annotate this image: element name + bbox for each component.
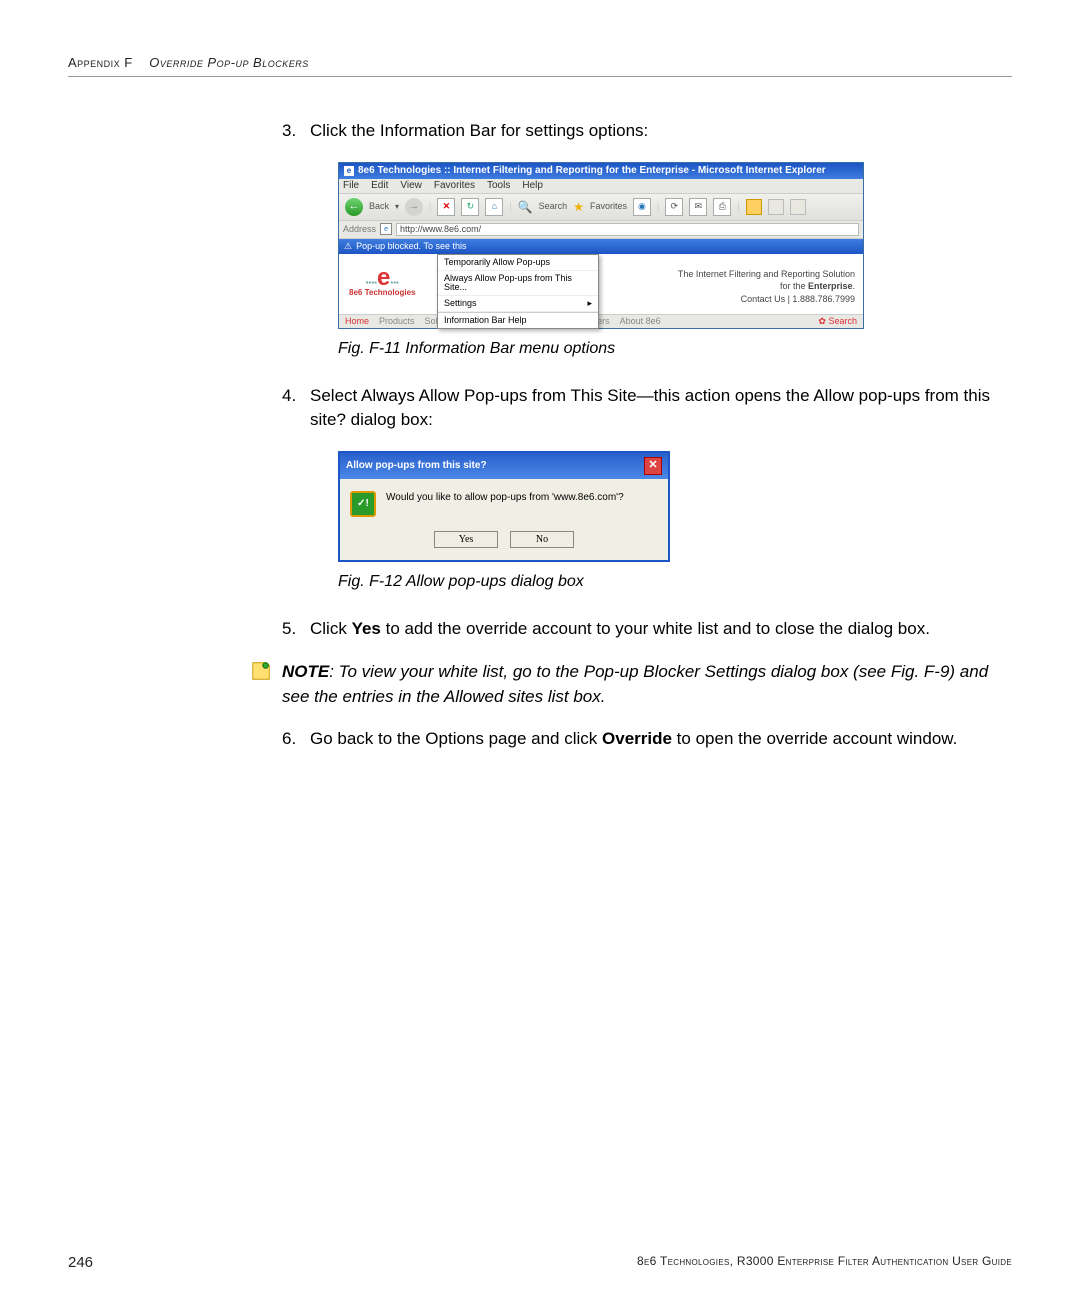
ie-titlebar: e 8e6 Technologies :: Internet Filtering… (339, 163, 863, 179)
print-icon[interactable]: ⎙ (713, 198, 731, 216)
brand-text: 8e6 Technologies (349, 289, 416, 297)
caption-f12: Fig. F-12 Allow pop-ups dialog box (338, 570, 1012, 593)
nav-products[interactable]: Products (379, 317, 415, 326)
ctx-help[interactable]: Information Bar Help (438, 312, 598, 328)
tagline: The Internet Filtering and Reporting Sol… (678, 268, 855, 306)
no-button[interactable]: No (510, 531, 574, 548)
stop-icon[interactable]: ✕ (437, 198, 455, 216)
mail-icon[interactable]: ✉ (689, 198, 707, 216)
step-6: Go back to the Options page and click Ov… (282, 727, 1012, 752)
step-4: Select Always Allow Pop-ups from This Si… (282, 384, 1012, 593)
menu-view[interactable]: View (400, 181, 422, 191)
back-icon[interactable]: ← (345, 198, 363, 216)
history-icon[interactable]: ⟳ (665, 198, 683, 216)
nav-about[interactable]: About 8e6 (620, 317, 661, 326)
note-block: NOTE: To view your white list, go to the… (250, 660, 1012, 709)
ie-app-icon: e (344, 166, 354, 176)
toolbar-icon-b[interactable] (790, 199, 806, 215)
home-icon[interactable]: ⌂ (485, 198, 503, 216)
site-logo: ▪▪▪▪e▪▪▪ 8e6 Technologies (349, 268, 416, 297)
media-icon[interactable]: ◉ (633, 198, 651, 216)
menu-favorites[interactable]: Favorites (434, 181, 475, 191)
ie-toolbar: ← Back ▾ → | ✕ ↻ ⌂ | 🔍 Search ★ (339, 194, 863, 221)
page-icon: e (380, 223, 392, 235)
search-icon[interactable]: 🔍 (518, 201, 533, 213)
dialog-titlebar: Allow pop-ups from this site? ✕ (340, 453, 668, 479)
note-icon (250, 660, 272, 682)
refresh-icon[interactable]: ↻ (461, 198, 479, 216)
ctx-settings[interactable]: Settings▸ (438, 296, 598, 312)
caption-f11: Fig. F-11 Information Bar menu options (338, 337, 1012, 360)
menu-tools[interactable]: Tools (487, 181, 510, 191)
ctx-temp-allow[interactable]: Temporarily Allow Pop-ups (438, 255, 598, 271)
toolbar-icon-a[interactable] (768, 199, 784, 215)
menu-help[interactable]: Help (522, 181, 543, 191)
ie-title-text: 8e6 Technologies :: Internet Filtering a… (358, 166, 826, 176)
step-5: Click Yes to add the override account to… (282, 617, 1012, 642)
header-title: Override Pop-up Blockers (149, 55, 309, 70)
infobar-context-menu[interactable]: Temporarily Allow Pop-ups Always Allow P… (437, 254, 599, 329)
address-label: Address (343, 225, 376, 234)
nav-search[interactable]: ✿ Search (818, 317, 857, 326)
dialog-title-text: Allow pop-ups from this site? (346, 459, 487, 474)
ie-information-bar[interactable]: ⚠ Pop-up blocked. To see this (339, 239, 863, 254)
chevron-right-icon: ▸ (587, 299, 592, 308)
nav-home[interactable]: Home (345, 317, 369, 326)
menu-file[interactable]: File (343, 181, 359, 191)
page-footer: 246 8e6 Technologies, R3000 Enterprise F… (68, 1234, 1012, 1271)
address-input[interactable]: http://www.8e6.com/ (396, 223, 859, 236)
ie-window: e 8e6 Technologies :: Internet Filtering… (338, 162, 864, 329)
yes-button[interactable]: Yes (434, 531, 498, 548)
allow-popups-dialog: Allow pop-ups from this site? ✕ ✓! Would… (338, 451, 670, 562)
infobar-text: Pop-up blocked. To see this (356, 242, 466, 251)
folder-icon[interactable] (746, 199, 762, 215)
figure-f11: e 8e6 Technologies :: Internet Filtering… (338, 162, 1012, 329)
ie-address-bar: Address e http://www.8e6.com/ (339, 221, 863, 239)
page-number: 246 (68, 1254, 93, 1271)
search-label[interactable]: Search (539, 202, 568, 211)
menu-edit[interactable]: Edit (371, 181, 388, 191)
favorites-icon[interactable]: ★ (573, 201, 584, 213)
site-nav: Home Products Solutions Support Press Ce… (339, 314, 863, 328)
ctx-always-allow[interactable]: Always Allow Pop-ups from This Site... (438, 271, 598, 296)
close-icon[interactable]: ✕ (644, 457, 662, 475)
step-3: Click the Information Bar for settings o… (282, 119, 1012, 360)
info-icon: ⚠ (344, 242, 352, 251)
footer-text: 8e6 Technologies, R3000 Enterprise Filte… (93, 1254, 1012, 1271)
page-header: Appendix F Override Pop-up Blockers (68, 55, 1012, 77)
dialog-message: Would you like to allow pop-ups from 'ww… (386, 491, 624, 506)
back-label[interactable]: Back (369, 202, 389, 211)
confirm-icon: ✓! (350, 491, 376, 517)
header-appendix: Appendix F (68, 55, 133, 70)
ie-page-body: Temporarily Allow Pop-ups Always Allow P… (339, 254, 863, 314)
ie-menubar[interactable]: File Edit View Favorites Tools Help (339, 179, 863, 194)
favorites-label[interactable]: Favorites (590, 202, 627, 211)
note-text: NOTE: To view your white list, go to the… (282, 660, 1012, 709)
forward-icon[interactable]: → (405, 198, 423, 216)
figure-f12: Allow pop-ups from this site? ✕ ✓! Would… (338, 451, 1012, 562)
